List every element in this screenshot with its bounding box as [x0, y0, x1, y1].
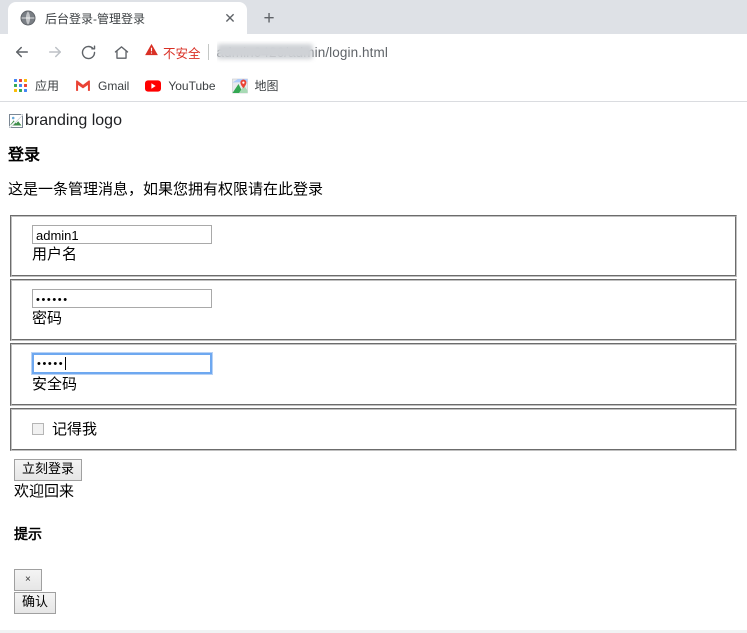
- url-redaction-overlay: [216, 44, 313, 59]
- bookmark-label: Gmail: [98, 78, 130, 93]
- security-status-label: 不安全: [163, 46, 201, 61]
- address-bar[interactable]: 不安全 admin0426/admin/login.html: [144, 38, 739, 66]
- apps-grid-icon: [12, 78, 28, 94]
- dismiss-button[interactable]: ×: [14, 568, 42, 592]
- security-code-fieldset: ••••• 安全码: [10, 342, 737, 407]
- browser-tab[interactable]: 后台登录-管理登录 ✕: [8, 2, 247, 34]
- bookmark-label: 地图: [254, 79, 279, 93]
- branding-logo: branding logo: [8, 110, 739, 132]
- admin-message: 这是一条管理消息，如果您拥有权限请在此登录: [8, 181, 324, 199]
- bookmark-apps[interactable]: 应用: [10, 74, 67, 98]
- bookmark-youtube[interactable]: YouTube: [143, 74, 223, 98]
- username-label: 用户名: [32, 246, 78, 264]
- new-tab-button[interactable]: +: [255, 4, 283, 32]
- confirm-button[interactable]: 确认: [14, 592, 57, 615]
- warning-triangle-icon: [144, 42, 159, 62]
- browser-window: 后台登录-管理登录 ✕ + 不安全 应用 Gmail YouTube 地图 br…: [0, 0, 747, 633]
- browser-toolbar: 不安全 admin0426/admin/login.html: [0, 34, 747, 70]
- username-fieldset: admin1 用户名: [10, 215, 737, 277]
- bookmark-gmail[interactable]: Gmail: [73, 74, 137, 98]
- gmail-icon: [75, 78, 91, 94]
- password-label: 密码: [32, 309, 63, 327]
- page-content: branding logo 登录 这是一条管理消息，如果您拥有权限请在此登录 a…: [0, 102, 747, 633]
- remember-me-row[interactable]: 记得我: [32, 418, 725, 439]
- password-fieldset: •••••• 密码: [10, 278, 737, 341]
- bookmark-label: 应用: [35, 79, 60, 93]
- youtube-icon: [145, 78, 162, 94]
- username-input[interactable]: admin1: [32, 225, 212, 245]
- back-arrow-icon[interactable]: [8, 38, 36, 66]
- password-masked-value: ••••••: [36, 293, 69, 306]
- security-code-masked-value: •••••: [37, 357, 65, 370]
- security-code-input[interactable]: •••••: [31, 351, 213, 375]
- reload-icon[interactable]: [74, 38, 102, 66]
- security-status[interactable]: 不安全: [144, 42, 208, 62]
- tip-heading: 提示: [14, 526, 42, 543]
- omnibox-divider: [207, 44, 209, 60]
- remember-me-fieldset: 记得我: [10, 408, 737, 452]
- text-caret: [65, 356, 67, 370]
- home-icon[interactable]: [107, 38, 135, 66]
- login-button[interactable]: 立刻登录: [14, 459, 83, 482]
- bookmark-label: YouTube: [168, 78, 216, 93]
- welcome-text: 欢迎回来: [14, 483, 75, 501]
- broken-image-icon: [8, 113, 24, 129]
- maps-pin-icon: [231, 78, 248, 94]
- forward-arrow-icon: [41, 38, 69, 66]
- globe-icon: [20, 10, 36, 26]
- tab-strip: 后台登录-管理登录 ✕ +: [0, 0, 747, 34]
- security-code-label: 安全码: [32, 375, 78, 393]
- close-icon[interactable]: ✕: [221, 9, 239, 27]
- bookmark-maps[interactable]: 地图: [230, 74, 287, 98]
- tab-title: 后台登录-管理登录: [45, 11, 145, 26]
- remember-me-label: 记得我: [52, 421, 98, 439]
- remember-me-checkbox[interactable]: [32, 422, 44, 435]
- bookmarks-bar: 应用 Gmail YouTube 地图: [0, 70, 747, 102]
- password-input[interactable]: ••••••: [32, 288, 212, 308]
- url-container[interactable]: admin0426/admin/login.html: [216, 41, 739, 63]
- page-title: 登录: [8, 147, 41, 164]
- logo-alt-text: branding logo: [25, 112, 122, 129]
